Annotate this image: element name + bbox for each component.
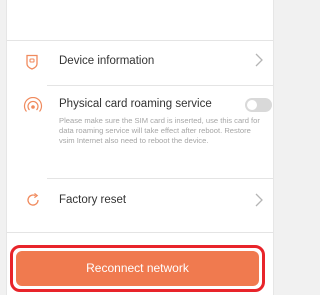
reset-icon bbox=[25, 192, 41, 213]
factory-reset-row[interactable]: Factory reset bbox=[7, 179, 273, 221]
factory-reset-label: Factory reset bbox=[59, 194, 127, 206]
signal-broadcast-icon bbox=[23, 96, 43, 118]
reconnect-network-button[interactable]: Reconnect network bbox=[16, 251, 259, 286]
device-information-label: Device information bbox=[59, 55, 155, 67]
roaming-description: Please make sure the SIM card is inserte… bbox=[59, 116, 260, 146]
toggle-knob bbox=[247, 100, 257, 110]
phone-shield-icon bbox=[25, 54, 39, 75]
roaming-toggle[interactable] bbox=[245, 98, 272, 112]
roaming-service-label: Physical card roaming service bbox=[59, 98, 212, 110]
device-information-row[interactable]: Device information bbox=[7, 41, 273, 81]
chevron-right-icon bbox=[255, 53, 263, 72]
chevron-right-icon bbox=[255, 193, 263, 212]
divider bbox=[7, 232, 273, 233]
